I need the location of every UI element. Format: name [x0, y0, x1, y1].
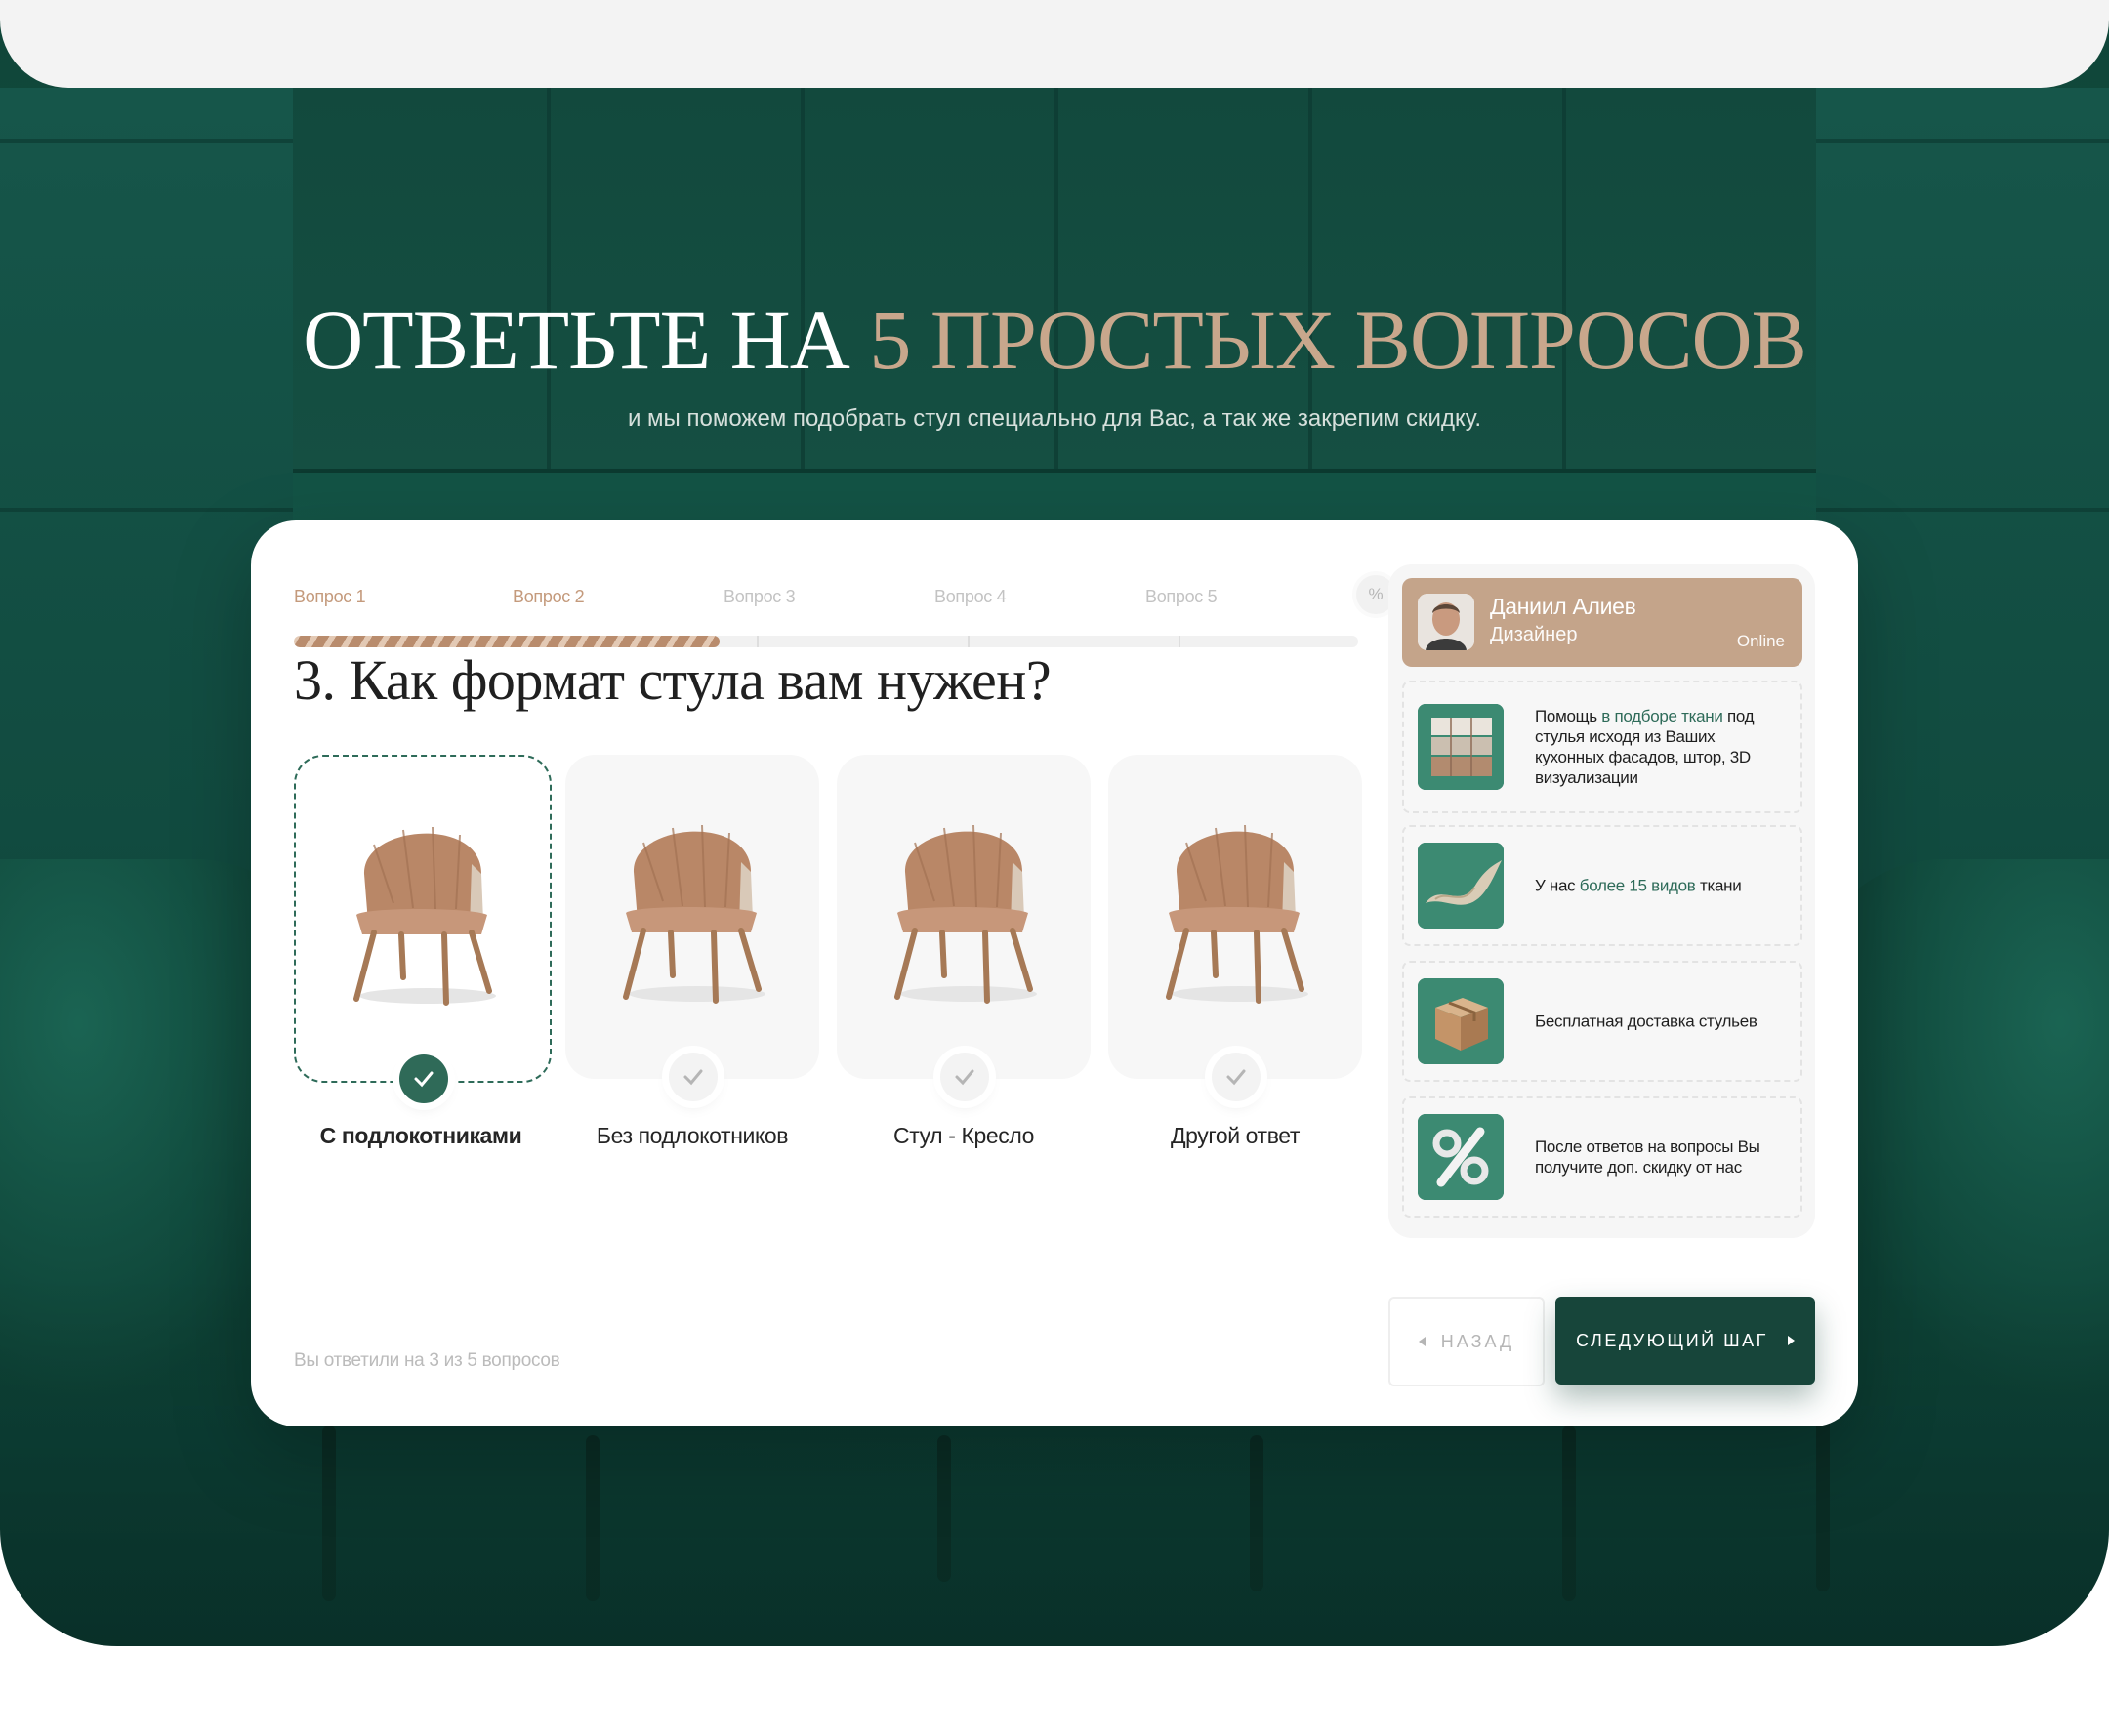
feature-fabric-help: Помощь в подборе ткани под стулья исходя… — [1402, 681, 1802, 813]
box-icon — [1418, 978, 1504, 1064]
kitchen-facade-icon — [1418, 704, 1504, 790]
consultant-avatar — [1418, 594, 1474, 650]
feature-text: Бесплатная доставка стульев — [1535, 1012, 1758, 1031]
title-accent: 5 ПРОСТЫХ ВОПРОСОВ — [869, 293, 1807, 387]
option-label-armchair[interactable]: Стул - Кресло — [837, 1123, 1091, 1149]
step-label-4[interactable]: Вопрос 4 — [934, 587, 1007, 607]
feature-free-delivery: Бесплатная доставка стульев — [1402, 961, 1802, 1082]
page-subtitle: и мы поможем подобрать стул специально д… — [627, 405, 1481, 432]
percent-icon — [1418, 1114, 1504, 1200]
quiz-card: Вопрос 1 Вопрос 2 Вопрос 3 Вопрос 4 Вопр… — [251, 520, 1858, 1426]
option-card-armrests[interactable] — [294, 755, 552, 1103]
option-label-armrests[interactable]: С подлокотниками — [294, 1123, 548, 1149]
chair-image — [623, 824, 765, 1004]
next-step-button[interactable]: СЛЕДУЮЩИЙ ШАГ — [1555, 1297, 1815, 1385]
progress-fill — [294, 636, 720, 647]
option-label-no-armrests[interactable]: Без подлокотников — [565, 1123, 819, 1149]
step-label-5[interactable]: Вопрос 5 — [1145, 587, 1218, 607]
progress-bar — [294, 636, 1358, 647]
unchecked-icon[interactable] — [940, 1053, 989, 1101]
page-title: ОТВЕТЬТЕ НА 5 ПРОСТЫХ ВОПРОСОВ — [0, 298, 2109, 382]
consultant-role: Дизайнер — [1490, 624, 1578, 645]
answered-counter: Вы ответили на 3 из 5 вопросов — [294, 1350, 560, 1371]
option-label-other[interactable]: Другой ответ — [1108, 1123, 1362, 1149]
feature-text: У нас более 15 видов ткани — [1535, 876, 1742, 895]
step-label-3[interactable]: Вопрос 3 — [724, 587, 796, 607]
next-button-label: СЛЕДУЮЩИЙ ШАГ — [1576, 1330, 1768, 1350]
fabric-icon — [1418, 843, 1504, 929]
consultant-card: Даниил Алиев Дизайнер Online — [1402, 578, 1802, 667]
chair-image — [353, 826, 496, 1006]
chair-image — [894, 824, 1037, 1004]
option-card-no-armrests[interactable] — [565, 755, 819, 1101]
top-browser-strip — [0, 0, 2109, 88]
unchecked-icon[interactable] — [1212, 1053, 1261, 1101]
question-title: 3. Как формат стула вам нужен? — [294, 648, 1052, 712]
step-label-1[interactable]: Вопрос 1 — [294, 587, 366, 607]
step-label-2[interactable]: Вопрос 2 — [513, 587, 585, 607]
chevron-left-icon — [1418, 1337, 1426, 1346]
option-card-other[interactable] — [1108, 755, 1362, 1101]
feature-extra-discount: После ответов на вопросы Вы получите доп… — [1402, 1096, 1802, 1218]
back-button[interactable]: НАЗАД — [1388, 1297, 1545, 1386]
sidebar-panel: Даниил Алиев Дизайнер Online Помощь в по… — [1388, 564, 1815, 1238]
step-progress: Вопрос 1 Вопрос 2 Вопрос 3 Вопрос 4 Вопр… — [294, 554, 1414, 647]
feature-text: После ответов на вопросы Вы получите доп… — [1535, 1137, 1760, 1177]
feature-fabric-types: У нас более 15 видов ткани — [1402, 825, 1802, 946]
consultant-name: Даниил Алиев — [1490, 594, 1636, 619]
feature-text: Помощь в подборе ткани под стулья исходя… — [1535, 707, 1755, 787]
online-status: Online — [1736, 632, 1785, 650]
back-button-label: НАЗАД — [1440, 1331, 1515, 1351]
option-card-armchair[interactable] — [837, 755, 1091, 1101]
chair-image — [1166, 824, 1308, 1004]
unchecked-icon[interactable] — [669, 1053, 718, 1101]
selected-check-icon[interactable] — [399, 1054, 448, 1103]
chevron-right-icon — [1787, 1336, 1795, 1345]
title-plain: ОТВЕТЬТЕ НА — [303, 293, 870, 387]
